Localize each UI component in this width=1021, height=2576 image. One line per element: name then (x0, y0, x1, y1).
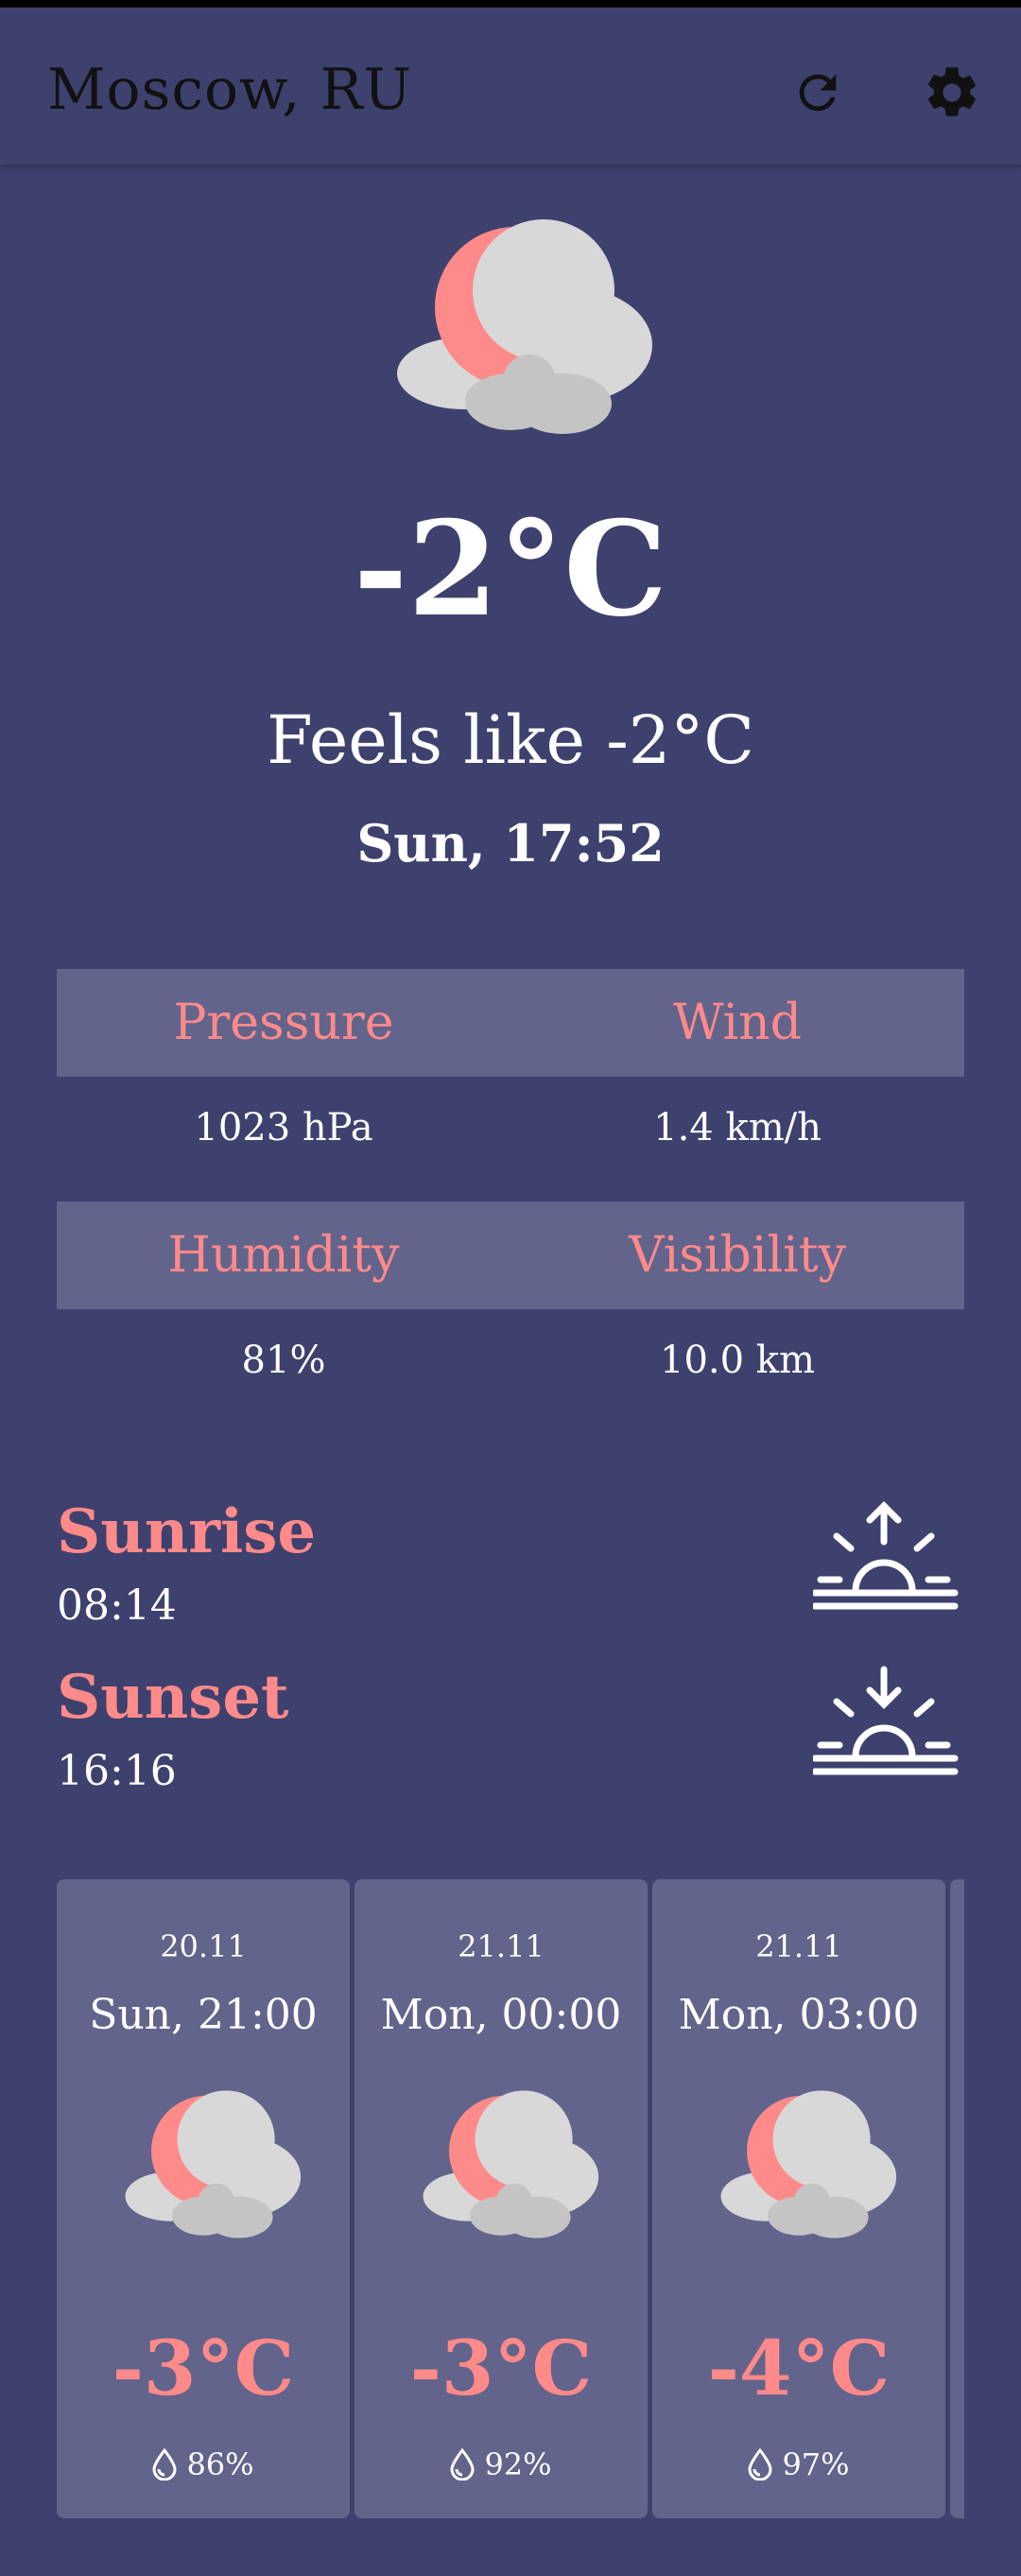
forecast-time: Sun, 21:00 (89, 1991, 318, 2039)
forecast-humidity: 97% (652, 2446, 945, 2482)
gear-icon (927, 67, 976, 116)
forecast-temperature: -3°C (409, 2324, 593, 2412)
sunrise-time: 08:14 (57, 1582, 177, 1630)
sunrise-label: Sunrise (57, 1496, 317, 1567)
metrics-row-pressure-wind: Pressure Wind 1023 hPa 1.4 km/h (57, 969, 964, 1179)
app-bar: Moscow, RU (0, 8, 1021, 164)
forecast-humidity: 92% (355, 2446, 648, 2482)
metrics-values: 81% 10.0 km (57, 1309, 964, 1411)
sunset-row: Sunset 16:16 (57, 1662, 964, 1804)
pressure-label: Pressure (173, 994, 394, 1051)
forecast-time: Mon, 03:00 (678, 1991, 920, 2039)
city-title: Moscow, RU (47, 57, 413, 123)
metrics-values: 1023 hPa 1.4 km/h (57, 1077, 964, 1179)
forecast-humidity-value: 97% (782, 2446, 850, 2482)
forecast-temperature: -3°C (112, 2324, 295, 2412)
wind-label: Wind (673, 994, 802, 1051)
refresh-icon (799, 74, 837, 112)
forecast-card[interactable]: 20.11 Sun, 21:00 -3°C 86% (57, 1879, 350, 2518)
forecast-card[interactable] (950, 1879, 964, 2518)
night-partly-cloudy-icon (359, 213, 662, 458)
pressure-value: 1023 hPa (194, 1106, 373, 1150)
water-drop-icon (450, 2448, 475, 2481)
metrics-header: Humidity Visibility (57, 1202, 964, 1309)
refresh-button[interactable] (780, 55, 856, 130)
metrics-row-humidity-visibility: Humidity Visibility 81% 10.0 km (57, 1202, 964, 1411)
current-temperature: -2°C (353, 492, 668, 646)
sunset-label: Sunset (57, 1662, 289, 1733)
sunrise-row: Sunrise 08:14 (57, 1496, 964, 1638)
night-partly-cloudy-icon (720, 2090, 897, 2239)
forecast-card[interactable]: 21.11 Mon, 00:00 -3°C 92% (355, 1879, 648, 2518)
forecast-date: 20.11 (160, 1928, 247, 1964)
forecast-date: 21.11 (458, 1928, 545, 1964)
forecast-time: Mon, 00:00 (380, 1991, 622, 2039)
humidity-label: Humidity (167, 1227, 400, 1284)
forecast-temperature: -4°C (707, 2324, 891, 2412)
forecast-date: 21.11 (755, 1928, 842, 1964)
wind-value: 1.4 km/h (653, 1106, 822, 1150)
night-partly-cloudy-icon (125, 2090, 302, 2239)
humidity-value: 81% (241, 1339, 326, 1382)
sunset-icon (813, 1666, 959, 1775)
feels-like: Feels like -2°C (267, 701, 754, 779)
forecast-humidity: 86% (57, 2446, 350, 2482)
metrics-header: Pressure Wind (57, 969, 964, 1077)
sunrise-icon (813, 1501, 959, 1610)
forecast-humidity-value: 86% (186, 2446, 254, 2482)
sunset-time: 16:16 (57, 1747, 177, 1795)
visibility-label: Visibility (628, 1227, 847, 1284)
visibility-value: 10.0 km (660, 1339, 815, 1382)
night-partly-cloudy-icon (423, 2090, 599, 2239)
water-drop-icon (152, 2448, 177, 2481)
status-bar (0, 0, 1021, 8)
water-drop-icon (748, 2448, 772, 2481)
forecast-card[interactable]: 21.11 Mon, 03:00 -4°C 97% (652, 1879, 945, 2518)
current-datetime: Sun, 17:52 (356, 813, 665, 873)
settings-button[interactable] (914, 55, 990, 130)
forecast-humidity-value: 92% (484, 2446, 552, 2482)
hourly-forecast-list[interactable]: 20.11 Sun, 21:00 -3°C 86% 21.11 Mon, 00:… (57, 1879, 964, 2518)
